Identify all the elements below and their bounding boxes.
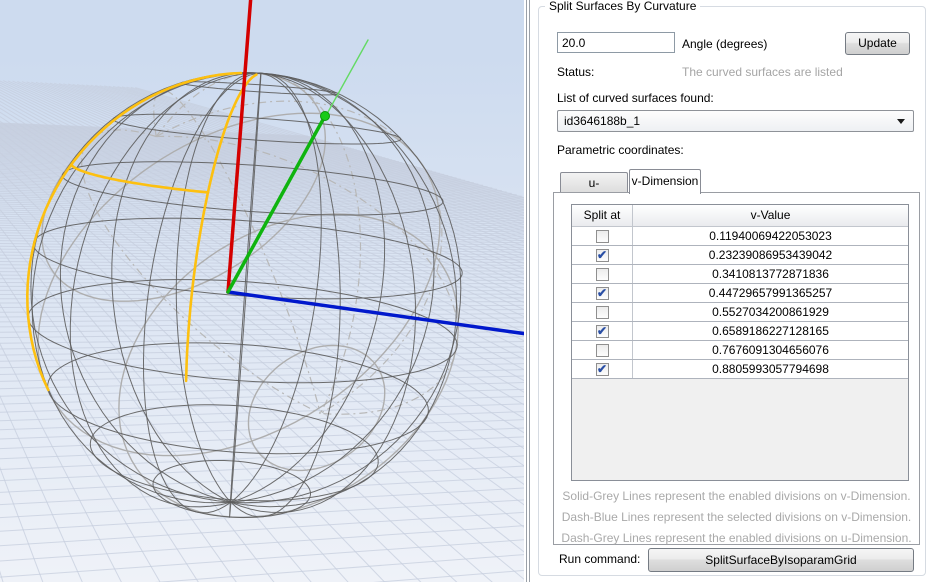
split-checkbox[interactable] <box>596 306 609 319</box>
checkbox-cell <box>572 227 633 245</box>
v-value-cell[interactable]: 0.44729657991365257 <box>633 284 908 302</box>
update-button[interactable]: Update <box>845 32 910 55</box>
surface-dropdown[interactable]: id3646188b_1 <box>557 110 914 132</box>
v-value-cell[interactable]: 0.5527034200861929 <box>633 303 908 321</box>
split-checkbox[interactable]: ✔ <box>596 325 609 338</box>
table-row: 0.5527034200861929 <box>572 303 908 322</box>
split-checkbox[interactable] <box>596 268 609 281</box>
panel-splitter[interactable] <box>524 0 532 582</box>
v-value-cell[interactable]: 0.8805993057794698 <box>633 360 908 378</box>
v-value-cell[interactable]: 0.6589186227128165 <box>633 322 908 340</box>
split-checkbox[interactable]: ✔ <box>596 363 609 376</box>
tab-content-panel: Split at v-Value 0.11940069422053023 ✔ 0.2… <box>553 192 920 545</box>
tab-v-dimension[interactable]: v-Dimension <box>629 169 701 194</box>
v-value-cell[interactable]: 0.7676091304656076 <box>633 341 908 359</box>
surface-list-label: List of curved surfaces found: <box>557 91 714 105</box>
table-row: ✔ 0.8805993057794698 <box>572 360 908 379</box>
table-row: 0.7676091304656076 <box>572 341 908 360</box>
table-row: 0.3410813772871836 <box>572 265 908 284</box>
angle-label: Angle (degrees) <box>682 37 767 51</box>
application-window: Split Surfaces By Curvature Angle (degre… <box>0 0 931 582</box>
v-value-cell[interactable]: 0.23239086953439042 <box>633 246 908 264</box>
legend-line-dash-blue: Dash-Blue Lines represent the selected d… <box>554 510 919 524</box>
checkbox-cell: ✔ <box>572 360 633 378</box>
status-value: The curved surfaces are listed <box>682 65 843 79</box>
table-row: ✔ 0.23239086953439042 <box>572 246 908 265</box>
table-row: 0.11940069422053023 <box>572 227 908 246</box>
header-v-value: v-Value <box>633 205 908 226</box>
split-checkbox[interactable]: ✔ <box>596 249 609 262</box>
table-row: ✔ 0.44729657991365257 <box>572 284 908 303</box>
checkbox-cell <box>572 303 633 321</box>
3d-viewport[interactable] <box>0 0 524 582</box>
table-header-row: Split at v-Value <box>572 205 908 227</box>
viewport-canvas[interactable] <box>0 0 524 582</box>
angle-input[interactable] <box>557 32 675 53</box>
table-body: 0.11940069422053023✔0.232390869534390420… <box>572 227 908 379</box>
split-checkbox[interactable]: ✔ <box>596 287 609 300</box>
panel-title: Split Surfaces By Curvature <box>545 0 700 13</box>
v-value-cell[interactable]: 0.11940069422053023 <box>633 227 908 245</box>
checkbox-cell: ✔ <box>572 284 633 302</box>
split-checkbox[interactable] <box>596 344 609 357</box>
v-value-cell[interactable]: 0.3410813772871836 <box>633 265 908 283</box>
legend-line-solid-grey: Solid-Grey Lines represent the enabled d… <box>554 489 919 503</box>
parametric-label: Parametric coordinates: <box>557 143 684 157</box>
split-table: Split at v-Value 0.11940069422053023 ✔ 0.2… <box>571 204 909 481</box>
table-row: ✔ 0.6589186227128165 <box>572 322 908 341</box>
run-command-label: Run command: <box>559 552 640 566</box>
checkbox-cell: ✔ <box>572 322 633 340</box>
run-command-button[interactable]: SplitSurfaceByIsoparamGrid <box>648 548 914 572</box>
legend-line-dash-grey: Dash-Grey Lines represent the enabled di… <box>554 531 919 545</box>
axis-endpoint-marker <box>321 112 330 121</box>
split-surfaces-panel: Split Surfaces By Curvature Angle (degre… <box>532 0 931 582</box>
checkbox-cell: ✔ <box>572 246 633 264</box>
split-checkbox[interactable] <box>596 230 609 243</box>
checkbox-cell <box>572 265 633 283</box>
surface-dropdown-value: id3646188b_1 <box>564 114 640 128</box>
status-label: Status: <box>557 65 594 79</box>
checkbox-cell <box>572 341 633 359</box>
header-split-at: Split at <box>572 205 633 226</box>
chevron-down-icon <box>897 119 905 124</box>
tab-u-dimension[interactable]: u-Dimension <box>560 172 628 193</box>
